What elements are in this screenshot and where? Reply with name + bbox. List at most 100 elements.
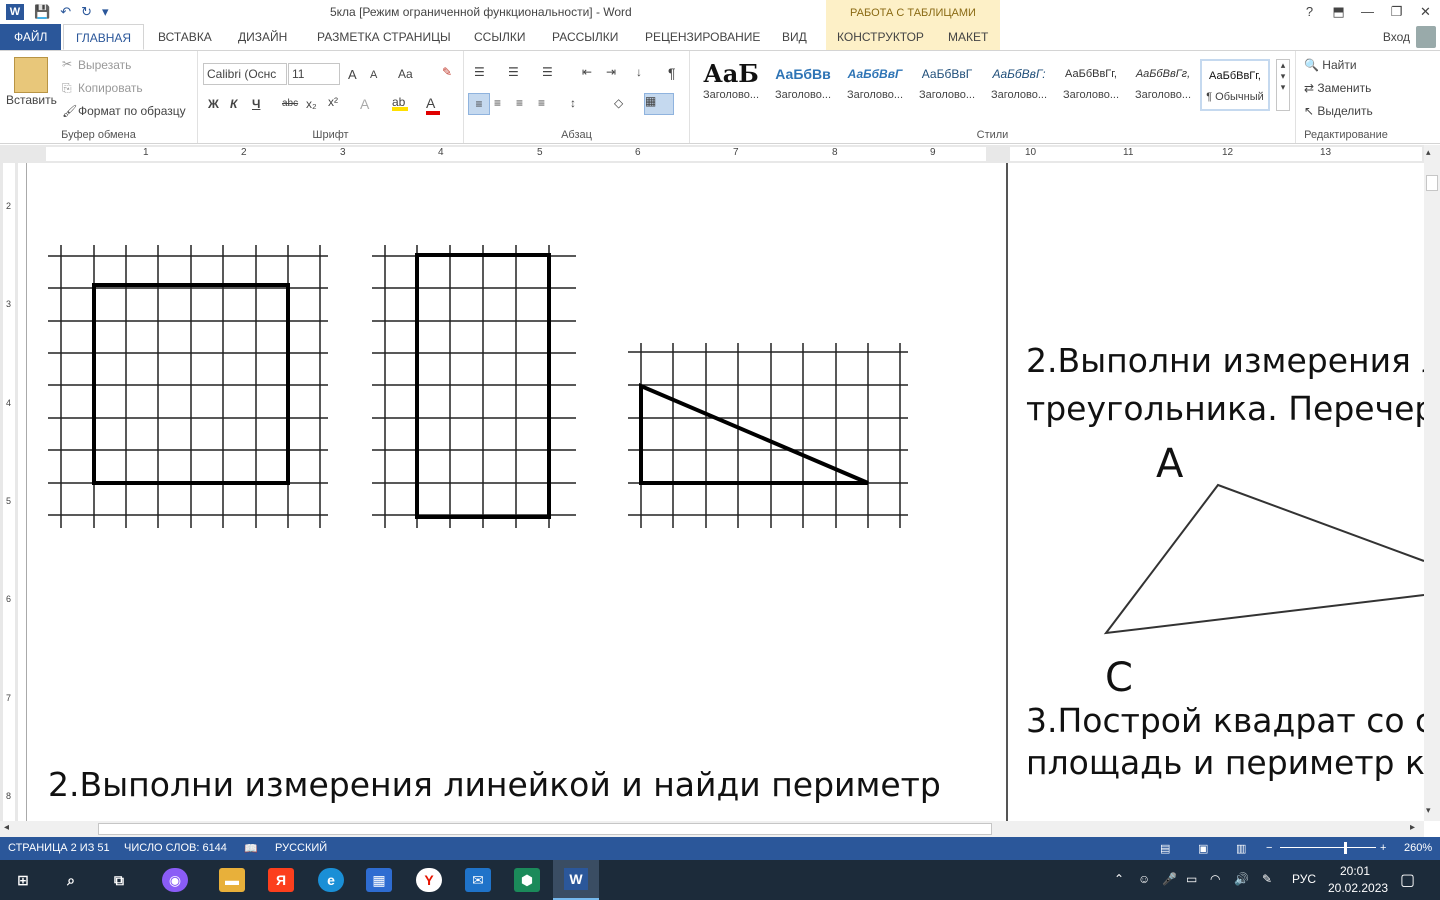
tab-layout[interactable]: РАЗМЕТКА СТРАНИЦЫ	[305, 24, 463, 50]
security-icon[interactable]: ⬢	[514, 868, 540, 892]
numbering-icon[interactable]: ☰	[508, 65, 519, 79]
search-icon[interactable]: ⌕	[58, 868, 84, 892]
screen-icon[interactable]: ▭	[1186, 872, 1197, 886]
copy-button[interactable]: Копировать	[78, 81, 143, 95]
underline-button[interactable]: Ч	[252, 97, 260, 111]
file-explorer-icon[interactable]: ▬	[219, 868, 245, 892]
paste-icon[interactable]	[14, 57, 48, 93]
tab-design[interactable]: ДИЗАЙН	[226, 24, 299, 50]
text-effects-icon[interactable]: A	[360, 96, 369, 112]
italic-button[interactable]: К	[230, 97, 237, 111]
word-app-icon[interactable]: W	[6, 4, 24, 20]
superscript-button[interactable]: x²	[328, 95, 338, 109]
chevron-up-icon[interactable]: ⌃	[1114, 872, 1124, 886]
select-button[interactable]: ↖ Выделить	[1304, 104, 1373, 118]
grow-font-button[interactable]: A	[348, 67, 357, 82]
style-heading-5[interactable]: АаБбВвГ: Заголово...	[984, 59, 1054, 111]
mail-icon[interactable]: ✉	[465, 868, 491, 892]
style-heading-6[interactable]: АаБбВвГг, Заголово...	[1056, 59, 1126, 111]
ribbon-display-icon[interactable]: ⬒	[1324, 0, 1353, 24]
tab-mailings[interactable]: РАССЫЛКИ	[540, 24, 630, 50]
store-icon[interactable]: ▦	[366, 868, 392, 892]
tab-maket[interactable]: МАКЕТ	[936, 24, 1000, 50]
print-layout-icon[interactable]: ▣	[1198, 842, 1208, 855]
font-size-field[interactable]: 11	[288, 63, 340, 85]
tab-references[interactable]: ССЫЛКИ	[462, 24, 537, 50]
word-taskbar-button[interactable]: W	[553, 860, 599, 900]
people-icon[interactable]: ☺	[1138, 872, 1150, 886]
close-button[interactable]: ✕	[1411, 0, 1440, 24]
tab-file[interactable]: ФАЙЛ	[0, 24, 62, 50]
restore-button[interactable]: ❐	[1382, 0, 1411, 24]
clock-time[interactable]: 20:01	[1340, 864, 1370, 878]
increase-indent-icon[interactable]: ⇥	[606, 65, 616, 79]
tab-review[interactable]: РЕЦЕНЗИРОВАНИЕ	[633, 24, 772, 50]
clear-formatting-icon[interactable]: ✎	[442, 65, 452, 79]
multilevel-list-icon[interactable]: ☰	[542, 65, 553, 79]
vertical-scroll-thumb[interactable]	[1426, 175, 1438, 191]
sign-in-link[interactable]: Вход	[1383, 30, 1410, 44]
scroll-left-icon[interactable]: ◂	[4, 822, 9, 833]
alice-icon[interactable]: ◉	[162, 868, 188, 892]
highlight-icon[interactable]: ab	[392, 95, 408, 111]
web-layout-icon[interactable]: ▥	[1236, 842, 1246, 855]
keyboard-language[interactable]: РУС	[1292, 872, 1316, 886]
align-right-icon[interactable]: ≡	[516, 96, 523, 110]
align-left-icon[interactable]: ≡	[468, 93, 490, 115]
horizontal-scrollbar[interactable]: ◂ ▸	[0, 821, 1424, 837]
style-normal[interactable]: АаБбВвГг, ¶ Обычный	[1200, 59, 1270, 111]
notifications-icon[interactable]: ▢	[1400, 870, 1415, 890]
word-count[interactable]: ЧИСЛО СЛОВ: 6144	[124, 842, 227, 854]
language-status[interactable]: РУССКИЙ	[275, 842, 327, 854]
style-heading-3[interactable]: АаБбВвГ Заголово...	[840, 59, 910, 111]
microphone-icon[interactable]: 🎤	[1162, 872, 1177, 886]
strikethrough-button[interactable]: abc	[282, 98, 298, 109]
scroll-down-icon[interactable]: ▾	[1426, 805, 1431, 816]
style-heading-1[interactable]: АаБ Заголово...	[696, 59, 766, 111]
align-center-icon[interactable]: ≡	[494, 96, 501, 110]
save-icon[interactable]: 💾	[34, 4, 50, 20]
start-icon[interactable]: ⊞	[10, 868, 36, 892]
tab-view[interactable]: ВИД	[770, 24, 819, 50]
sort-icon[interactable]: ↓	[636, 65, 642, 79]
zoom-in-icon[interactable]: +	[1380, 842, 1386, 854]
read-mode-icon[interactable]: ▤	[1160, 842, 1170, 855]
styles-scroll-icon[interactable]: ▴ ▾ ▾	[1276, 59, 1290, 111]
tab-home[interactable]: ГЛАВНАЯ	[63, 24, 145, 50]
justify-icon[interactable]: ≡	[538, 96, 545, 110]
zoom-slider-thumb[interactable]	[1344, 842, 1347, 854]
zoom-out-icon[interactable]: −	[1266, 842, 1272, 854]
bold-button[interactable]: Ж	[208, 97, 219, 111]
tab-insert[interactable]: ВСТАВКА	[146, 24, 224, 50]
clock-date[interactable]: 20.02.2023	[1328, 881, 1388, 895]
subscript-button[interactable]: x₂	[306, 97, 317, 111]
vertical-scrollbar[interactable]: ▴ ▾	[1424, 145, 1440, 821]
font-color-icon[interactable]: A	[426, 95, 440, 115]
borders-icon[interactable]: ▦	[644, 93, 674, 115]
line-spacing-icon[interactable]: ↕	[570, 96, 576, 110]
format-painter-button[interactable]: Формат по образцу	[78, 104, 186, 118]
cut-button[interactable]: Вырезать	[78, 58, 131, 72]
wifi-icon[interactable]: ◠	[1210, 872, 1220, 886]
bullets-icon[interactable]: ☰	[474, 65, 485, 79]
avatar[interactable]	[1416, 26, 1436, 48]
yandex-browser-icon[interactable]: Y	[416, 868, 442, 892]
horizontal-ruler[interactable]: 1 2 3 4 5 6 7 8 9 10 11 12 13	[0, 145, 1440, 163]
decrease-indent-icon[interactable]: ⇤	[582, 65, 592, 79]
redo-icon[interactable]: ↻	[81, 4, 92, 20]
find-button[interactable]: 🔍 Найти	[1304, 58, 1357, 72]
zoom-slider[interactable]	[1280, 847, 1376, 848]
change-case-button[interactable]: Aa	[398, 67, 413, 81]
font-name-field[interactable]: Calibri (Оснс	[203, 63, 287, 85]
tab-constructor[interactable]: КОНСТРУКТОР	[825, 24, 936, 50]
shading-icon[interactable]: ◇	[614, 96, 623, 110]
zoom-level[interactable]: 260%	[1404, 842, 1432, 854]
customize-qat-icon[interactable]: ▾	[102, 4, 109, 20]
horizontal-scroll-thumb[interactable]	[98, 823, 992, 835]
scroll-up-icon[interactable]: ▴	[1426, 147, 1431, 158]
minimize-button[interactable]: —	[1353, 0, 1382, 24]
edge-icon[interactable]: e	[318, 868, 344, 892]
page-count[interactable]: СТРАНИЦА 2 ИЗ 51	[8, 842, 110, 854]
show-marks-button[interactable]: ¶	[668, 65, 676, 81]
shrink-font-button[interactable]: A	[370, 69, 377, 81]
